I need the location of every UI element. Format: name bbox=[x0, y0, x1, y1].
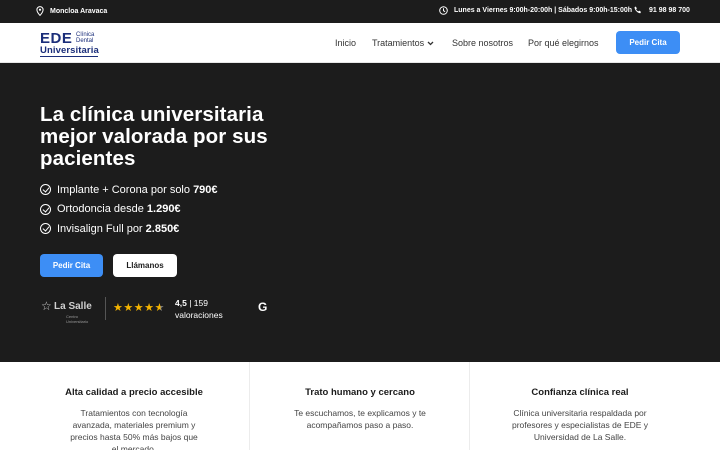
check-circle-icon bbox=[40, 184, 51, 196]
la-salle-subtitle: Centro Universitario bbox=[66, 314, 89, 324]
rating-stars: ★★★★★ bbox=[113, 303, 165, 314]
feature-item: Ortodoncia desde 1.290€ bbox=[40, 200, 218, 220]
nav-item-tratamientos[interactable]: Tratamientos bbox=[372, 38, 434, 48]
value-card-text: Tratamientos con tecnología avanzada, ma… bbox=[70, 408, 198, 450]
main-navigation: EDE Clínica Dental Universitaria Inicio … bbox=[0, 23, 720, 63]
feature-text: Ortodoncia desde 1.290€ bbox=[57, 203, 181, 216]
star-icon: ★ bbox=[144, 302, 155, 314]
la-salle-name: La Salle bbox=[54, 301, 92, 312]
feature-price: 1.290€ bbox=[146, 203, 181, 216]
value-card-text: Te escuchamos, te explicamos y te acompa… bbox=[294, 408, 426, 430]
half-star-icon: ★ bbox=[154, 302, 165, 314]
hero-llamanos-button[interactable]: Llámanos bbox=[113, 254, 177, 277]
rating-summary: 4,5 | 159 valoraciones bbox=[175, 298, 223, 320]
rating-score: 4,5 bbox=[175, 298, 187, 308]
feature-price: 2.850€ bbox=[145, 222, 180, 235]
location-info: Moncloa Aravaca bbox=[36, 6, 107, 16]
rating-label: valoraciones bbox=[175, 310, 223, 320]
rating-divider bbox=[105, 297, 106, 320]
feature-item: Invisalign Full por 2.850€ bbox=[40, 219, 218, 239]
logo-dental: Dental bbox=[76, 38, 94, 44]
phone-icon bbox=[634, 6, 642, 14]
value-card-title: Trato humano y cercano bbox=[305, 387, 415, 398]
star-icon: ★ bbox=[113, 302, 124, 314]
check-circle-icon bbox=[40, 223, 51, 235]
logo-ede: EDE bbox=[40, 30, 73, 47]
logo-universitaria: Universitaria bbox=[40, 45, 99, 56]
nav-item-inicio[interactable]: Inicio bbox=[335, 38, 356, 48]
nav-item-sobre-nosotros[interactable]: Sobre nosotros bbox=[452, 38, 513, 48]
phone-link[interactable]: 91 98 98 700 bbox=[634, 6, 690, 14]
location-text: Moncloa Aravaca bbox=[50, 7, 108, 15]
hero-section: La clínica universitaria mejor valorada … bbox=[0, 63, 720, 362]
feature-text: Implante + Corona por solo 790€ bbox=[57, 183, 218, 196]
check-circle-icon bbox=[40, 203, 51, 215]
value-card-title: Confianza clínica real bbox=[531, 387, 629, 398]
la-salle-logo: ☆ La Salle Centro Universitario bbox=[41, 299, 99, 324]
nav-item-tratamientos-label: Tratamientos bbox=[372, 38, 425, 48]
star-icon: ★ bbox=[133, 302, 145, 314]
logo-underline bbox=[40, 56, 98, 57]
hours-text: Lunes a Viernes 9:00h-20:00h | Sábados 9… bbox=[454, 7, 633, 14]
hero-title: La clínica universitaria mejor valorada … bbox=[40, 103, 268, 170]
nav-item-por-que-elegirnos[interactable]: Por qué elegirnos bbox=[528, 38, 599, 48]
value-card-text: Clínica universitaria respaldada por pro… bbox=[511, 408, 649, 442]
rating-count: 159 bbox=[193, 298, 208, 308]
opening-hours: Lunes a Viernes 9:00h-20:00h | Sábados 9… bbox=[439, 6, 632, 15]
ede-logo[interactable]: EDE Clínica Dental Universitaria bbox=[40, 31, 100, 57]
chevron-down-icon bbox=[427, 38, 434, 48]
phone-text[interactable]: 91 98 98 700 bbox=[649, 7, 690, 14]
clock-icon bbox=[439, 6, 448, 15]
hero-feature-list: Implante + Corona por solo 790€ Ortodonc… bbox=[40, 180, 218, 239]
location-pin-icon bbox=[36, 6, 44, 16]
value-card: Trato humano y cercano Te escuchamos, te… bbox=[249, 362, 469, 450]
top-bar: Moncloa Aravaca Lunes a Viernes 9:00h-20… bbox=[0, 0, 720, 23]
star-outline-icon: ☆ bbox=[41, 299, 52, 313]
star-icon: ★ bbox=[123, 302, 134, 314]
feature-price: 790€ bbox=[193, 183, 218, 196]
nav-pedir-cita-button[interactable]: Pedir Cita bbox=[616, 31, 680, 54]
feature-item: Implante + Corona por solo 790€ bbox=[40, 180, 218, 200]
value-card-title: Alta calidad a precio accesible bbox=[65, 387, 203, 398]
value-card: Alta calidad a precio accesible Tratamie… bbox=[24, 362, 244, 450]
value-card: Confianza clínica real Clínica universit… bbox=[469, 362, 689, 450]
google-icon: G bbox=[258, 300, 268, 314]
hero-pedir-cita-button[interactable]: Pedir Cita bbox=[40, 254, 103, 277]
value-cards: Alta calidad a precio accesible Tratamie… bbox=[0, 362, 720, 450]
feature-text: Invisalign Full por 2.850€ bbox=[57, 222, 180, 235]
